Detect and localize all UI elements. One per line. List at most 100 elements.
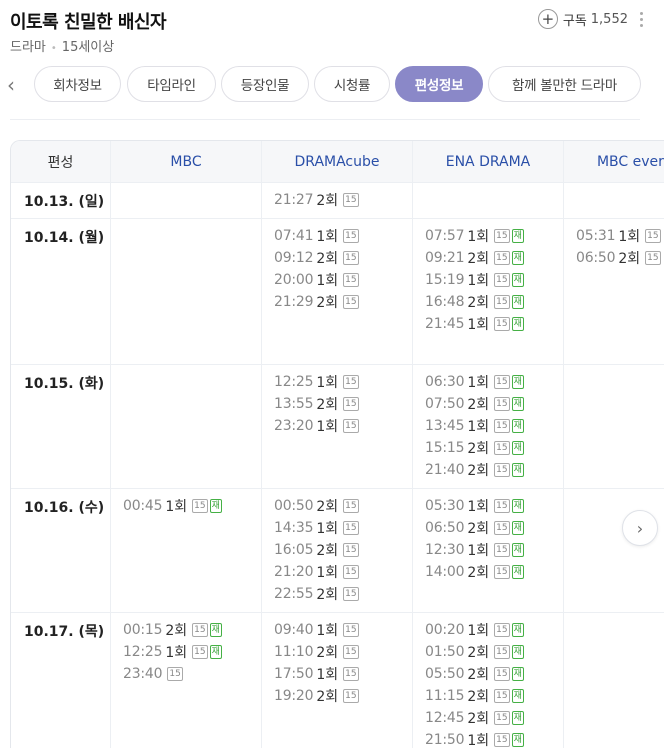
channel-schedule-cell: 00:15 2회 15 재 12:25 1회 15 재 23:40 15	[111, 613, 262, 748]
airing-entry: 23:20 1회 15	[274, 415, 359, 437]
episode-suffix: 회	[476, 251, 490, 267]
rerun-badge: 재	[511, 295, 524, 309]
rerun-badge: 재	[511, 375, 524, 389]
airing-entry: 12:45 2회 15 재	[425, 707, 524, 729]
age-rating-badge: 15	[343, 419, 359, 433]
episode-suffix: 회	[476, 375, 490, 391]
age-rating-badge: 15	[343, 229, 359, 243]
airing-entry: 21:27 2회 15	[274, 189, 359, 211]
rerun-badge: 재	[511, 229, 524, 243]
rerun-badge: 재	[511, 543, 524, 557]
airing-time: 21:27	[274, 192, 314, 208]
channel-link[interactable]: MBC	[111, 141, 262, 182]
airing-entry: 19:20 2회 15	[274, 685, 359, 707]
episode-suffix: 회	[476, 499, 490, 515]
rerun-badge: 재	[511, 499, 524, 513]
channel-schedule-cell	[564, 613, 664, 748]
channel-schedule-cell	[564, 365, 664, 488]
episode-number-value: 2	[467, 711, 477, 727]
rerun-badge: 재	[511, 251, 524, 265]
episode-number: 1회	[316, 226, 338, 246]
channel-link[interactable]: DRAMAcube	[262, 141, 413, 182]
kebab-menu-icon[interactable]	[638, 10, 644, 28]
chevron-left-icon[interactable]: ‹	[7, 75, 21, 95]
airing-list: 00:20 1회 15 재 01:50 2회 15 재 05:50 2회 15 재 11:15 2회 15 재…	[425, 619, 524, 748]
episode-number: 2회	[316, 642, 338, 662]
tab-schedule[interactable]: 편성정보	[395, 66, 483, 102]
airing-time: 17:50	[274, 666, 314, 682]
tab-episode-info[interactable]: 회차정보	[34, 66, 121, 102]
episode-number-value: 1	[467, 499, 477, 515]
airing-entry: 12:30 1회 15 재	[425, 539, 524, 561]
rerun-badge: 재	[511, 397, 524, 411]
tab-timeline[interactable]: 타임라인	[127, 66, 216, 102]
age-rating-badge: 15	[494, 463, 510, 477]
channel-link[interactable]: ENA DRAMA	[413, 141, 564, 182]
episode-number-value: 2	[316, 499, 326, 515]
episode-number-value: 2	[467, 463, 477, 479]
episode-suffix: 회	[325, 667, 339, 683]
airing-entry: 17:50 1회 15	[274, 663, 359, 685]
airing-time: 11:15	[425, 688, 465, 704]
episode-number-value: 2	[467, 667, 477, 683]
airing-entry: 21:50 1회 15 재	[425, 729, 524, 748]
episode-suffix: 회	[476, 317, 490, 333]
schedule-row: 10.15. (화) 12:25 1회 15 13:55 2회 15 23:20 1회 15 06:…	[11, 365, 664, 489]
tab-cast[interactable]: 등장인물	[221, 66, 309, 102]
airing-entry: 01:50 2회 15 재	[425, 641, 524, 663]
airing-time: 07:50	[425, 396, 465, 412]
episode-number: 2회	[316, 540, 338, 560]
age-rating-badge: 15	[343, 623, 359, 637]
channel-link[interactable]: MBC every1	[564, 141, 664, 182]
episode-number-value: 2	[467, 295, 477, 311]
episode-number: 2회	[467, 664, 489, 684]
age-rating-badge: 15	[494, 565, 510, 579]
tab-related-dramas[interactable]: 함께 볼만한 드라마	[488, 66, 641, 102]
channel-schedule-cell: 21:27 2회 15	[262, 183, 413, 218]
airing-entry: 15:15 2회 15 재	[425, 437, 524, 459]
episode-number-value: 1	[316, 521, 326, 537]
episode-number-value: 2	[467, 645, 477, 661]
age-rating-badge: 15	[192, 645, 208, 659]
age-rating-badge: 15	[645, 229, 661, 243]
date-label: 10.17. (목)	[24, 624, 105, 640]
airing-time: 19:20	[274, 688, 314, 704]
airing-time: 11:10	[274, 644, 314, 660]
episode-suffix: 회	[476, 565, 490, 581]
airing-entry: 13:55 2회 15	[274, 393, 359, 415]
rerun-badge: 재	[511, 317, 524, 331]
airing-time: 23:20	[274, 418, 314, 434]
channel-schedule-cell: 07:41 1회 15 09:12 2회 15 20:00 1회 15 21:29 2회 15	[262, 219, 413, 364]
chevron-right-icon[interactable]: ›	[622, 510, 658, 546]
channel-schedule-cell: 00:20 1회 15 재 01:50 2회 15 재 05:50 2회 15 재 11:15 2회 15 재…	[413, 613, 564, 748]
rerun-badge: 재	[209, 645, 222, 659]
episode-number: 2회	[618, 248, 640, 268]
channel-schedule-cell	[111, 365, 262, 488]
episode-number-value: 2	[316, 295, 326, 311]
date-label: 10.16. (수)	[24, 500, 105, 516]
episode-number: 1회	[618, 226, 640, 246]
episode-suffix: 회	[476, 733, 490, 748]
episode-number: 2회	[467, 394, 489, 414]
rerun-badge: 재	[209, 499, 222, 513]
tab-ratings[interactable]: 시청률	[314, 66, 390, 102]
age-rating-badge: 15	[494, 521, 510, 535]
date-label: 10.13. (일)	[24, 194, 105, 210]
age-rating-badge: 15	[494, 711, 510, 725]
airing-entry: 07:57 1회 15 재	[425, 225, 524, 247]
airing-time: 00:20	[425, 622, 465, 638]
episode-number-value: 1	[316, 375, 326, 391]
airing-entry: 06:50 2회 15	[576, 247, 661, 269]
date-cell: 10.16. (수)	[11, 489, 111, 612]
channel-schedule-cell: 05:30 1회 15 재 06:50 2회 15 재 12:30 1회 15 재 14:00 2회 15 재	[413, 489, 564, 612]
age-rating-badge: 15	[494, 441, 510, 455]
program-meta: 드라마 • 15세이상	[10, 36, 114, 55]
age-rating-badge: 15	[343, 251, 359, 265]
age-rating-badge: 15	[494, 645, 510, 659]
airing-time: 07:57	[425, 228, 465, 244]
episode-suffix: 회	[325, 623, 339, 639]
rerun-badge: 재	[511, 273, 524, 287]
subscribe-button[interactable]: + 구독 1,552	[537, 8, 628, 30]
date-cell: 10.14. (월)	[11, 219, 111, 364]
episode-suffix: 회	[476, 623, 490, 639]
